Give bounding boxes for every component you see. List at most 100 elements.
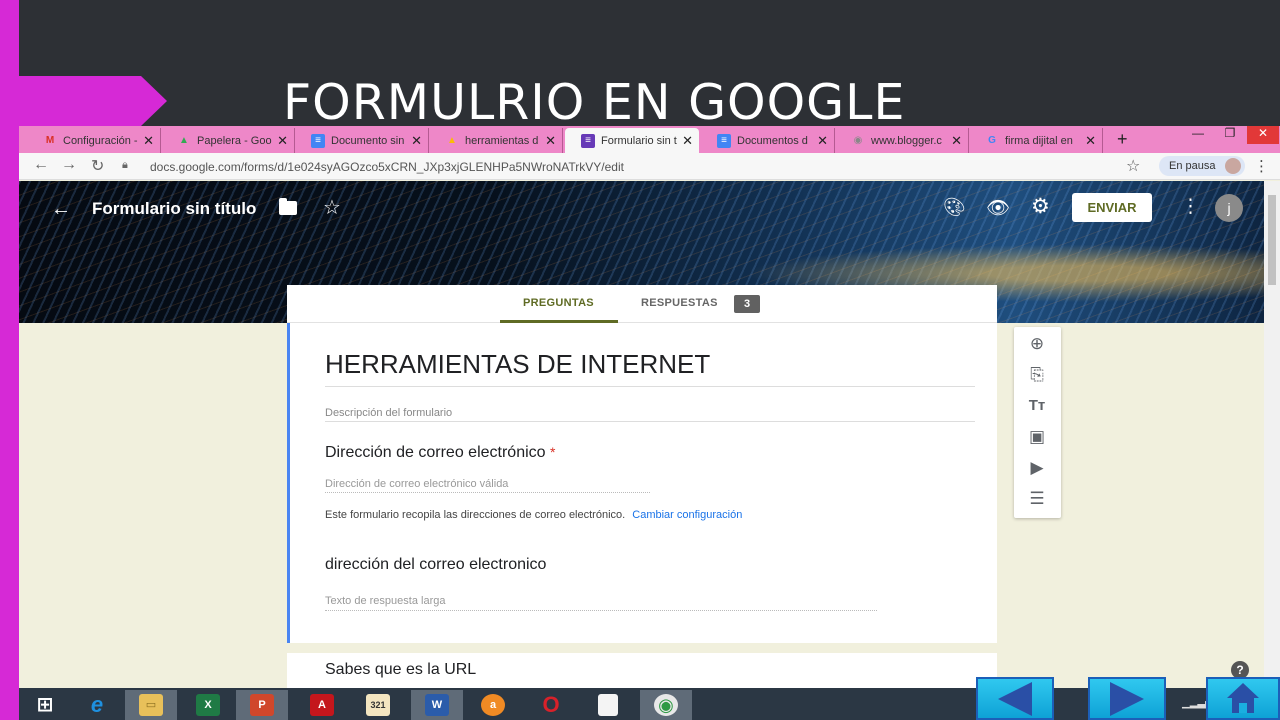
- folder-icon: ▭: [139, 694, 163, 716]
- taskbar-opera[interactable]: O: [525, 690, 577, 720]
- tab-responses[interactable]: RESPUESTAS: [641, 297, 718, 309]
- browser-tab-google-search[interactable]: G firma dijital en ✕: [969, 128, 1103, 153]
- taskbar-excel[interactable]: X: [182, 690, 234, 720]
- add-section-icon[interactable]: ☰: [1027, 489, 1047, 509]
- question-title-email-long[interactable]: dirección del correo electronico: [325, 556, 546, 574]
- gmail-icon: M: [45, 135, 55, 146]
- tab-label: Documentos d: [737, 134, 808, 147]
- long-answer-placeholder: Texto de respuesta larga: [325, 595, 446, 607]
- slide-title: FORMULRIO EN GOOGLE: [283, 74, 906, 131]
- tab-label: herramientas d: [465, 134, 539, 147]
- docs-icon: ≡: [311, 133, 325, 148]
- start-button[interactable]: ⊞: [19, 690, 71, 720]
- close-icon[interactable]: ✕: [545, 133, 556, 149]
- slide-next-button[interactable]: [1088, 677, 1166, 720]
- close-icon[interactable]: ✕: [817, 133, 828, 149]
- tab-label: Papelera - Goo: [197, 134, 272, 147]
- close-icon[interactable]: ✕: [682, 133, 693, 149]
- window-close-icon[interactable]: ✕: [1247, 126, 1279, 144]
- browser-tab-document[interactable]: ≡ Documento sin ✕: [295, 128, 429, 153]
- new-tab-icon[interactable]: +: [1117, 129, 1128, 150]
- address-bar: ← → ↻ 🔒︎ docs.google.com/forms/d/1e024sy…: [19, 153, 1280, 180]
- close-icon[interactable]: ✕: [143, 133, 154, 149]
- bookmark-star-icon[interactable]: ☆: [1126, 156, 1140, 176]
- taskbar-powerpoint[interactable]: P: [236, 690, 288, 720]
- close-icon[interactable]: ✕: [951, 133, 962, 149]
- arrow-right-icon: [1110, 681, 1144, 716]
- divider: [325, 421, 975, 422]
- taskbar-media-player[interactable]: 321: [352, 690, 404, 720]
- response-count-badge: 3: [734, 295, 760, 313]
- change-settings-link[interactable]: Cambiar configuración: [632, 509, 742, 521]
- scroll-thumb[interactable]: [1268, 195, 1276, 285]
- taskbar-chrome[interactable]: ◉: [640, 690, 692, 720]
- pause-label: En pausa: [1169, 160, 1216, 172]
- folder-icon[interactable]: [279, 198, 297, 215]
- close-icon[interactable]: ✕: [411, 133, 422, 149]
- taskbar-explorer[interactable]: ▭: [125, 690, 177, 720]
- minimize-icon[interactable]: —: [1182, 126, 1214, 144]
- media-player-icon: 321: [366, 694, 390, 716]
- taskbar-avast[interactable]: a: [467, 690, 519, 720]
- browser-menu-icon[interactable]: ⋮: [1254, 157, 1269, 175]
- browser-tab-gmail[interactable]: M Configuración - ✕: [27, 128, 161, 153]
- close-icon[interactable]: ✕: [277, 133, 288, 149]
- send-button[interactable]: ENVIAR: [1072, 193, 1152, 222]
- browser-tab-form-active[interactable]: ≡ Formulario sin t ✕: [565, 128, 699, 153]
- slide-previous-button[interactable]: [976, 677, 1054, 720]
- taskbar-ie[interactable]: e: [71, 690, 123, 720]
- opera-icon: O: [542, 692, 560, 717]
- close-icon[interactable]: ✕: [1085, 133, 1096, 149]
- answer-underline: [325, 492, 650, 493]
- form-card-url: Sabes que es la URL: [287, 653, 997, 688]
- slide-home-button[interactable]: [1206, 677, 1280, 720]
- more-options-icon[interactable]: ⋮: [1181, 195, 1200, 218]
- import-questions-icon[interactable]: ⎘: [1027, 365, 1047, 385]
- form-title[interactable]: Formulario sin título: [92, 199, 256, 219]
- selected-card-accent: [287, 323, 290, 643]
- tab-label: Configuración -: [63, 134, 138, 147]
- browser-tab-drive-trash[interactable]: ▲ Papelera - Goo ✕: [161, 128, 295, 153]
- question-title-url[interactable]: Sabes que es la URL: [325, 661, 476, 679]
- preview-eye-icon[interactable]: 👁︎: [986, 196, 1010, 220]
- palette-icon[interactable]: 🎨︎: [943, 197, 966, 218]
- add-title-icon[interactable]: Tт: [1027, 396, 1047, 416]
- user-avatar[interactable]: j: [1215, 194, 1243, 222]
- url-field[interactable]: docs.google.com/forms/d/1e024syAGOzco5xC…: [150, 160, 624, 174]
- profile-paused-chip[interactable]: En pausa: [1159, 156, 1245, 176]
- tab-questions[interactable]: PREGUNTAS: [523, 297, 594, 309]
- form-description-input[interactable]: Descripción del formulario: [325, 407, 452, 419]
- taskbar-word[interactable]: W: [411, 690, 463, 720]
- add-question-icon[interactable]: ⊕: [1027, 334, 1047, 354]
- back-icon[interactable]: ←: [33, 156, 49, 174]
- taskbar-file[interactable]: [582, 690, 634, 720]
- globe-icon: ◉: [853, 135, 863, 146]
- form-heading[interactable]: HERRAMIENTAS DE INTERNET: [325, 349, 710, 380]
- browser-tab-herramientas[interactable]: ▲ herramientas d ✕: [429, 128, 563, 153]
- avast-icon: a: [481, 694, 505, 716]
- arrow-left-icon: [998, 681, 1032, 716]
- home-icon: [1227, 682, 1259, 715]
- drive-icon: ▲: [179, 135, 189, 146]
- docs-icon: ≡: [717, 133, 731, 148]
- divider: [325, 386, 975, 387]
- gear-icon[interactable]: ⚙: [1031, 194, 1050, 219]
- tab-label: www.blogger.c: [871, 134, 942, 147]
- add-image-icon[interactable]: ▣: [1027, 427, 1047, 447]
- question-title-email[interactable]: Dirección de correo electrónico *: [325, 444, 555, 462]
- restore-icon[interactable]: ❐: [1214, 126, 1246, 144]
- taskbar-acrobat[interactable]: A: [296, 690, 348, 720]
- collect-note-text: Este formulario recopila las direcciones…: [325, 509, 626, 521]
- collect-email-note: Este formulario recopila las direcciones…: [325, 509, 742, 521]
- drive-icon: ▲: [447, 135, 457, 146]
- page-scrollbar[interactable]: [1264, 181, 1280, 688]
- browser-tab-blogger[interactable]: ◉ www.blogger.c ✕: [835, 128, 969, 153]
- back-arrow-icon[interactable]: ←: [51, 198, 71, 221]
- tab-label: Formulario sin t: [601, 134, 677, 147]
- slide-arrow-decoration: [19, 76, 167, 126]
- browser-tab-documents[interactable]: ≡ Documentos d ✕: [701, 128, 835, 153]
- reload-icon[interactable]: ↻: [91, 156, 104, 176]
- forward-icon[interactable]: →: [61, 156, 77, 174]
- star-icon[interactable]: ☆: [323, 195, 341, 220]
- add-video-icon[interactable]: ▶: [1027, 458, 1047, 478]
